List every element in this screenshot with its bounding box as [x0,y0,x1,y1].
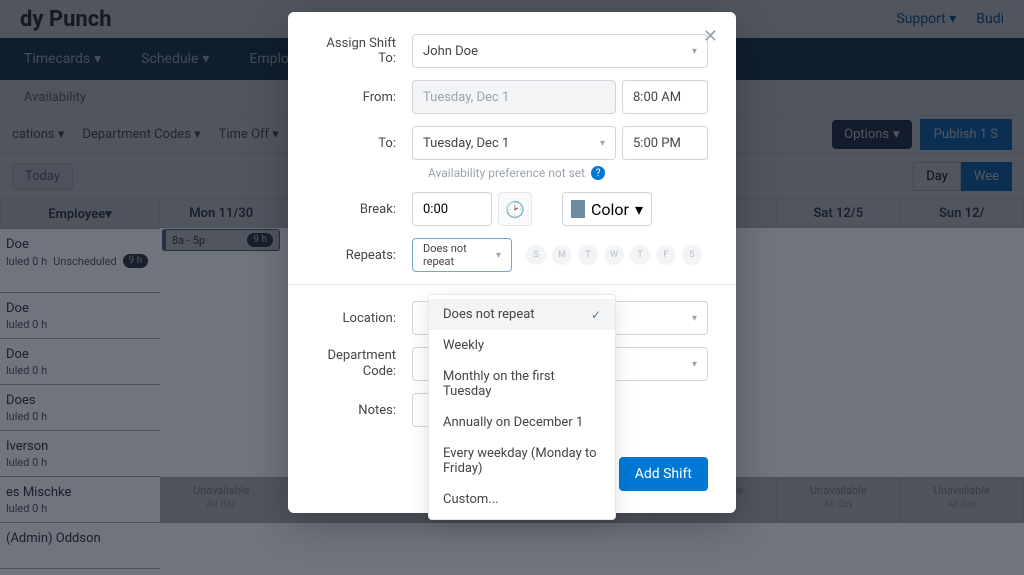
break-input[interactable] [412,192,492,226]
break-label: Break: [316,202,412,217]
availability-helper: Availability preference not set ? [428,166,708,180]
to-date-select[interactable]: Tuesday, Dec 1▾ [412,126,616,160]
location-label: Location: [316,311,412,326]
repeats-dropdown: Does not repeat✓ Weekly Monthly on the f… [428,294,616,520]
dept-label: Department Code: [316,348,412,379]
to-time-input[interactable]: 5:00 PM [622,126,708,160]
color-select[interactable]: Color ▾ [562,192,652,226]
assign-select[interactable]: John Doe▾ [412,34,708,68]
clock-icon[interactable]: 🕑 [498,192,532,226]
repeat-option[interactable]: Annually on December 1 [429,407,615,438]
repeats-select[interactable]: Does not repeat▾ [412,238,512,272]
repeats-label: Repeats: [316,248,412,263]
add-shift-modal: ✕ Assign Shift To: John Doe▾ From: Tuesd… [288,12,736,513]
repeat-option[interactable]: Weekly [429,330,615,361]
day-of-week-pills: S M T W T F S [526,245,702,265]
from-label: From: [316,90,412,105]
modal-overlay: ✕ Assign Shift To: John Doe▾ From: Tuesd… [0,0,1024,575]
repeat-option[interactable]: Monthly on the first Tuesday [429,361,615,407]
from-time-input[interactable]: 8:00 AM [622,80,708,114]
check-icon: ✓ [591,308,601,322]
from-date-select: Tuesday, Dec 1 [412,80,616,114]
repeat-option[interactable]: Custom... [429,484,615,515]
repeat-option[interactable]: Every weekday (Monday to Friday) [429,438,615,484]
help-icon[interactable]: ? [591,166,605,180]
repeat-option[interactable]: Does not repeat✓ [429,299,615,330]
to-label: To: [316,136,412,151]
color-swatch [571,200,585,218]
assign-label: Assign Shift To: [316,36,412,66]
close-icon[interactable]: ✕ [703,26,718,47]
add-shift-button[interactable]: Add Shift [619,457,708,491]
notes-label: Notes: [316,403,412,418]
